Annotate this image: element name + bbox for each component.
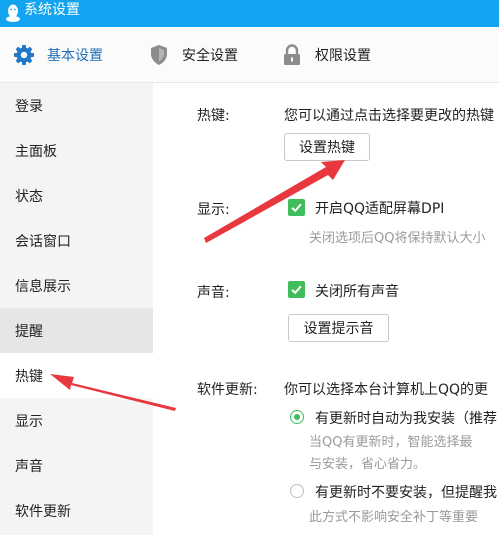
software-update-label: 软件更新:: [197, 382, 258, 398]
sidebar-item-main-panel[interactable]: 主面板: [0, 128, 153, 173]
shield-icon: [148, 44, 170, 66]
tab-label: 安全设置: [182, 47, 238, 64]
sidebar-item-login[interactable]: 登录: [0, 83, 153, 128]
auto-install-radio[interactable]: [290, 410, 304, 424]
sound-label: 声音:: [197, 285, 230, 301]
tab-basic-settings[interactable]: 基本设置: [13, 27, 103, 82]
auto-install-hint-line2: 与安装，省心省力。: [309, 457, 427, 472]
sidebar-item-chat-window[interactable]: 会话窗口: [0, 218, 153, 263]
tab-label: 权限设置: [315, 47, 371, 64]
sidebar-item-sound[interactable]: 声音: [0, 443, 153, 488]
settings-tabs: 基本设置 安全设置 权限设置: [0, 27, 499, 83]
settings-sidebar: 登录 主面板 状态 会话窗口 信息展示 提醒 热键 显示 声音 软件更新: [0, 83, 153, 535]
checkmark-icon: [291, 203, 302, 213]
hotkey-label: 热键:: [197, 108, 230, 124]
hotkey-description: 您可以通过点击选择要更改的热键: [284, 108, 494, 124]
qq-logo-icon: [4, 3, 22, 23]
mute-all-checkbox[interactable]: [288, 281, 305, 298]
window-title: 系统设置: [24, 2, 80, 18]
sidebar-item-display[interactable]: 显示: [0, 398, 153, 443]
set-hotkey-button[interactable]: 设置热键: [284, 133, 370, 161]
tab-security-settings[interactable]: 安全设置: [148, 27, 238, 82]
settings-content: 热键: 您可以通过点击选择要更改的热键 设置热键 显示: 开启QQ适配屏幕DPI…: [153, 83, 499, 535]
display-label: 显示:: [197, 202, 230, 218]
remind-only-label[interactable]: 有更新时不要安装，但提醒我: [315, 482, 497, 502]
tab-label: 基本设置: [47, 47, 103, 64]
dpi-hint: 关闭选项后QQ将保持默认大小: [309, 231, 486, 246]
sidebar-item-software-update[interactable]: 软件更新: [0, 488, 153, 533]
sidebar-item-status[interactable]: 状态: [0, 173, 153, 218]
remind-only-hint: 此方式不影响安全补丁等重要: [309, 510, 479, 525]
auto-install-label[interactable]: 有更新时自动为我安装（推荐: [315, 408, 497, 428]
software-update-description: 你可以选择本台计算机上QQ的更: [284, 382, 489, 398]
dpi-checkbox-label[interactable]: 开启QQ适配屏幕DPI: [315, 198, 444, 218]
checkmark-icon: [291, 285, 302, 295]
mute-all-label[interactable]: 关闭所有声音: [315, 281, 399, 301]
auto-install-hint-line1: 当QQ有更新时，智能选择最: [309, 435, 473, 450]
set-notification-sound-button[interactable]: 设置提示音: [288, 314, 389, 342]
lock-icon: [281, 43, 303, 66]
dpi-checkbox[interactable]: [288, 199, 305, 216]
sidebar-item-reminder[interactable]: 提醒: [0, 308, 153, 353]
gear-icon: [13, 44, 35, 66]
title-bar: 系统设置: [0, 0, 499, 27]
tab-permission-settings[interactable]: 权限设置: [281, 27, 371, 82]
sidebar-item-hotkey[interactable]: 热键: [0, 353, 153, 398]
remind-only-radio[interactable]: [290, 484, 304, 498]
sidebar-item-info-display[interactable]: 信息展示: [0, 263, 153, 308]
